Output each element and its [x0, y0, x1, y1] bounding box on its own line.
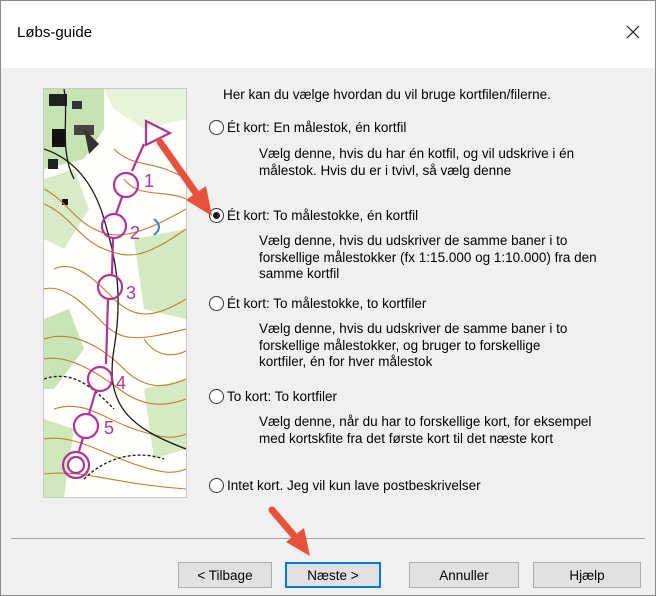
description-line: Vælg denne, når du har to forskellige ko… [259, 414, 592, 429]
description-line: samme kortfil [259, 266, 340, 281]
description-line: forskellige målestokker, og bruger to fo… [259, 337, 541, 353]
description-line: forskellige målestokker (fx 1:15.000 og … [259, 249, 597, 265]
description-line: kortfiler, én for hver målestok [259, 354, 433, 369]
cancel-button[interactable]: Annuller [409, 562, 519, 588]
option-description: Vælg denne, hvis du udskriver de samme b… [259, 321, 639, 371]
description-line: Vælg denne, hvis du udskriver de samme b… [259, 321, 568, 336]
option-description: Vælg denne, når du har to forskellige ko… [259, 414, 639, 447]
option-one-map-two-scales-two-files[interactable]: Ét kort: To målestokke, to kortfiler [209, 296, 426, 311]
wizard-dialog: Løbs-guide 1 2 3 4 5 Her kan du vælge hv… [0, 0, 656, 596]
close-icon [626, 25, 640, 39]
description-line: Vælg denne, hvis du udskriver de samme b… [259, 233, 568, 248]
option-one-map-one-scale[interactable]: Ét kort: En målestok, én kortfil [209, 120, 406, 135]
svg-text:1: 1 [144, 171, 154, 191]
option-one-map-two-scales-one-file[interactable]: Ét kort: To målestokke, én kortfil [209, 208, 418, 223]
radio-button[interactable] [209, 478, 224, 493]
option-label: Ét kort: To målestokke, én kortfil [227, 208, 419, 223]
divider [11, 538, 645, 539]
option-description: Vælg denne, hvis du udskriver de samme b… [259, 233, 639, 283]
help-button[interactable]: Hjælp [533, 562, 641, 588]
close-button[interactable] [613, 15, 653, 49]
option-two-maps-two-files[interactable]: To kort: To kortfiler [209, 389, 337, 404]
description-line: med kortskfite fra det første kort til d… [259, 430, 554, 446]
svg-text:2: 2 [130, 223, 140, 243]
intro-text: Her kan du vælge hvordan du vil bruge ko… [223, 87, 551, 102]
orienteering-map-image: 1 2 3 4 5 [43, 88, 187, 498]
back-button[interactable]: < Tilbage [178, 562, 272, 588]
window-title: Løbs-guide [17, 24, 93, 41]
radio-button[interactable] [209, 389, 224, 404]
svg-text:5: 5 [104, 418, 114, 438]
radio-button[interactable] [209, 120, 224, 135]
description-line: Vælg denne, hvis du har én kotfil, og vi… [259, 146, 575, 161]
option-label: Ét kort: En målestok, én kortfil [227, 120, 407, 135]
next-button[interactable]: Næste > [285, 562, 381, 588]
option-no-map[interactable]: Intet kort. Jeg vil kun lave postbeskriv… [209, 478, 481, 493]
radio-button[interactable] [209, 296, 224, 311]
description-line: målestok. Hvis du er i tvivl, så vælg de… [259, 162, 512, 178]
title-bar: Løbs-guide [1, 1, 655, 68]
option-label: To kort: To kortfiler [227, 389, 338, 404]
option-label: Ét kort: To målestokke, to kortfiler [227, 296, 427, 311]
radio-button-selected[interactable] [209, 208, 224, 223]
option-label: Intet kort. Jeg vil kun lave postbeskriv… [227, 478, 481, 493]
svg-text:3: 3 [126, 283, 136, 303]
option-description: Vælg denne, hvis du har én kotfil, og vi… [259, 146, 639, 179]
svg-text:4: 4 [116, 373, 126, 393]
